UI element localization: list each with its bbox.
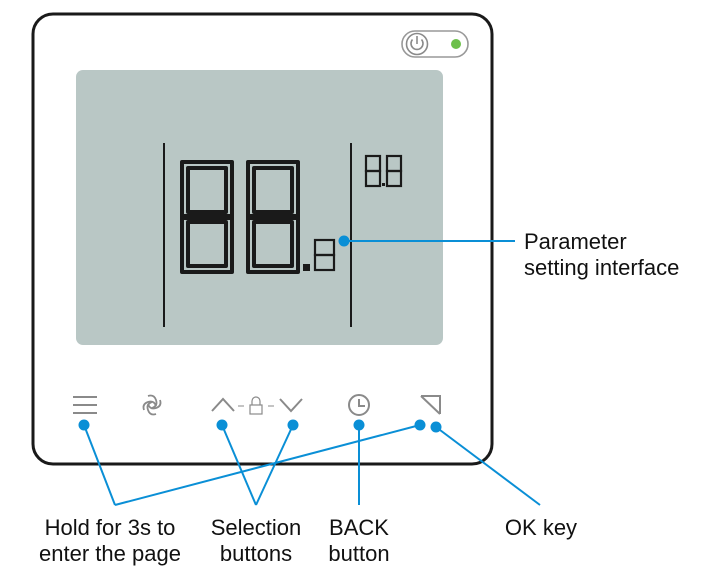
thermostat-diagram <box>31 12 541 506</box>
selection-label: Selection buttons <box>195 515 317 567</box>
menu-label-line1: Hold for 3s to <box>44 515 176 540</box>
menu-label-line2: enter the page <box>39 541 181 566</box>
lcd-screen <box>76 70 443 345</box>
ok-label: OK key <box>486 515 596 541</box>
back-label-line2: button <box>328 541 390 566</box>
parameter-label-line2: setting interface <box>524 255 680 280</box>
back-label: BACK button <box>320 515 398 567</box>
menu-label: Hold for 3s to enter the page <box>30 515 190 567</box>
selection-label-line2: buttons <box>219 541 293 566</box>
ok-label-line1: OK key <box>504 515 578 540</box>
back-label-line1: BACK <box>329 515 389 540</box>
parameter-label-line1: Parameter <box>524 229 627 254</box>
parameter-label: Parameter setting interface <box>524 229 679 281</box>
selection-label-line1: Selection <box>210 515 302 540</box>
power-toggle-icon[interactable] <box>401 30 469 58</box>
lcd-decimal-point <box>303 264 310 271</box>
